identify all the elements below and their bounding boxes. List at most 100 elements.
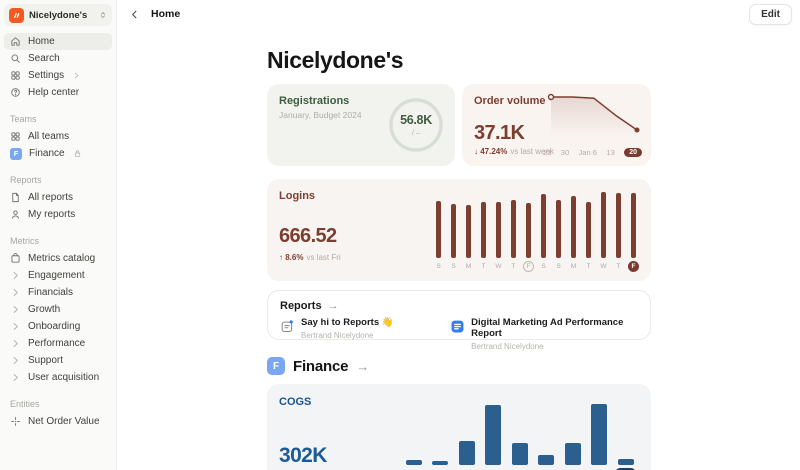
logins-tick-2: M [465,263,472,270]
sidebar: Nicelydone's Home Search Settings Help cent… [0,0,117,470]
sidebar-item-label: All teams [28,131,70,142]
section-label-reports: Reports [10,175,42,185]
page-title: Nicelydone's [267,47,404,73]
logins-tick-7: S [541,263,546,270]
report-author: Bertrand Nicelydone [301,330,374,340]
logins-tick-11: W [600,263,607,270]
doc-icon [10,192,21,203]
registrations-value: 56.8K [400,113,432,127]
sidebar-item-label: Onboarding [28,321,81,332]
sidebar-item-onboarding[interactable]: Onboarding [4,318,112,335]
sidebar-item-label: User acquisition [28,372,100,383]
logins-bar-T-5: T [506,200,521,272]
order-volume-card[interactable]: Order volume 37.1K ↓ 47.24% vs last week… [462,84,651,166]
logins-card[interactable]: Logins 666.52 ↑ 8.6% vs last Fri SSMTWTF… [267,179,651,281]
sidebar-item-search[interactable]: Search [4,50,112,67]
sidebar-item-label: Finance [29,148,65,159]
sidebar-item-my-reports[interactable]: My reports [4,206,112,223]
cogs-bar-Jul-2: Jul [454,441,481,470]
arrow-right-icon: → [327,299,339,312]
grid-icon [10,70,21,81]
sidebar-item-help-center[interactable]: Help center [4,84,112,101]
sidebar-item-finance[interactable]: F Finance [4,145,112,162]
order-volume-tick-3: 13 [606,148,615,157]
logins-bar-rect [586,202,591,258]
sidebar-item-metrics-catalog[interactable]: Metrics catalog [4,250,112,267]
logins-bar-rect [496,202,501,258]
finance-section-title: Finance [293,357,349,375]
cogs-bar-rect [432,461,449,465]
order-volume-tick-0: 23 [543,148,552,157]
main-area: Home Edit Nicelydone's Registrations Jan… [117,0,800,470]
sidebar-item-all-reports[interactable]: All reports [4,189,112,206]
logins-bar-M-2: M [461,205,476,272]
cogs-bar-rect [591,404,608,465]
teams-icon [10,131,21,142]
blue-document-icon [450,319,465,334]
logins-tick-10: T [586,263,591,270]
chevron-icon [10,372,21,383]
logins-delta-suffix: vs last Fri [306,253,341,262]
logins-bar-S-0: S [431,201,446,272]
report-text: Digital Marketing Ad Performance Report … [471,317,638,351]
cogs-bar-rect [405,460,422,465]
sidebar-item-label: All reports [28,192,74,203]
logins-bar-S-7: S [536,194,551,272]
logins-bar-rect [571,196,576,258]
logins-bar-M-9: M [566,196,581,272]
order-volume-tick-2: Jan 6 [578,148,597,157]
edit-button[interactable]: Edit [749,3,792,25]
finance-team-mini-avatar: F [10,147,22,160]
sidebar-item-label: Search [28,53,60,64]
cogs-bar-rect [485,405,502,465]
logins-tick-12: T [616,263,621,270]
sidebar-item-all-teams[interactable]: All teams [4,128,112,145]
logins-bar-rect [511,200,516,258]
cogs-bar-Oct-5: Oct [533,455,560,470]
cogs-card[interactable]: COGS 302K ↓ 90.13% vs last month MayJunJ… [267,384,651,470]
sidebar-item-label: Financials [28,287,74,298]
logins-value: 666.52 [279,225,337,247]
section-label-teams: Teams [10,114,37,124]
chevron-icon [10,287,21,298]
sidebar-item-label: Home [28,36,55,47]
order-volume-ticks: 23 30 Jan 6 13 20 [543,148,642,157]
finance-section-header[interactable]: F Finance → [267,357,651,375]
chevron-right-icon [72,71,81,80]
help-icon [10,87,21,98]
back-button[interactable] [127,7,142,22]
workspace-name: Nicelydone's [29,9,88,21]
sidebar-item-engagement[interactable]: Engagement [4,267,112,284]
search-icon [10,53,21,64]
sidebar-item-user-acquisition[interactable]: User acquisition [4,369,112,386]
sidebar-item-net-order-value[interactable]: Net Order Value [4,413,112,430]
report-items: Say hi to Reports 👋 Bertrand Nicelydone [280,317,638,351]
chevron-icon [10,338,21,349]
reports-card: Reports → Say hi to Reports 👋 Bertrand N… [267,290,651,351]
workspace-switcher[interactable]: Nicelydone's [4,4,112,26]
report-item-digital-marketing[interactable]: Digital Marketing Ad Performance Report … [450,317,638,351]
section-label-metrics: Metrics [10,236,39,246]
report-title: Digital Marketing Ad Performance Report [471,317,624,339]
sidebar-item-financials[interactable]: Financials [4,284,112,301]
app-window: Nicelydone's Home Search Settings Help cent… [0,0,800,470]
logins-bar-S-8: S [551,200,566,272]
registrations-card[interactable]: Registrations January, Budget 2024 56.8K… [267,84,455,166]
logins-bar-rect [526,203,531,258]
sidebar-item-growth[interactable]: Growth [4,301,112,318]
home-icon [10,36,21,47]
sidebar-item-settings[interactable]: Settings [4,67,112,84]
sidebar-item-support[interactable]: Support [4,352,112,369]
logins-tick-3: T [481,263,486,270]
sidebar-item-performance[interactable]: Performance [4,335,112,352]
logins-bar-rect [466,205,471,258]
sidebar-item-home[interactable]: Home [4,33,112,50]
report-item-say-hi[interactable]: Say hi to Reports 👋 Bertrand Nicelydone [280,317,450,351]
metric-cards-row: Registrations January, Budget 2024 56.8K… [267,84,651,166]
cogs-bar-Aug-3: Aug [480,405,507,470]
section-label-entities: Entities [10,399,40,409]
logins-tick-9: M [570,263,577,270]
reports-header[interactable]: Reports → [280,300,638,312]
lock-icon [73,149,82,158]
topbar: Home Edit [117,0,800,28]
